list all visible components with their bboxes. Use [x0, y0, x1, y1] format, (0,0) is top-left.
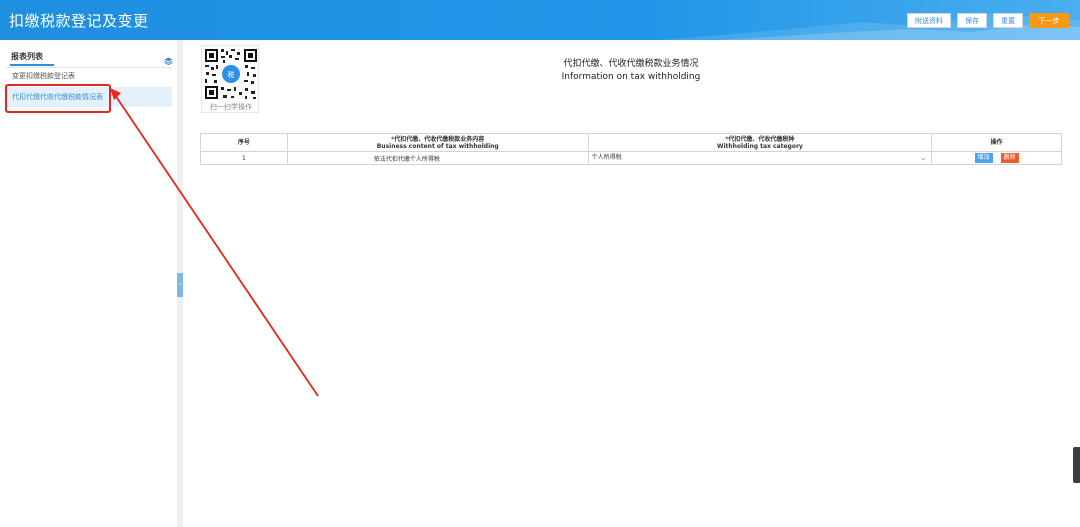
qr-caption: 扫一扫学操作	[210, 103, 252, 111]
add-row-button[interactable]: 增加	[974, 153, 993, 163]
qr-code-icon: 税	[205, 49, 257, 99]
sidebar-title: 报表列表	[11, 52, 43, 61]
row-operations: 增加 删除	[931, 151, 1062, 165]
form-title-en: Information on tax withholding	[561, 72, 701, 82]
side-floating-tab[interactable]	[1073, 447, 1080, 483]
column-header-index: 序号	[200, 133, 288, 152]
report-list-sidebar: 报表列表 变更扣缴税款登记表 代扣代缴代收代缴税款情况表	[0, 40, 177, 527]
save-button[interactable]: 保存	[957, 13, 987, 28]
svg-text:税: 税	[228, 70, 235, 79]
column-header-category: *代扣代缴、代收代缴税种 Withholding tax category	[587, 133, 933, 152]
column-header-operation: 操作	[931, 133, 1062, 152]
sidebar-item-withholding-status[interactable]: 代扣代缴代收代缴税款情况表	[5, 87, 172, 107]
column-header-business: *代扣代缴、代收代缴税款业务内容 Business content of tax…	[286, 133, 589, 152]
attachments-button[interactable]: 附送资料	[907, 13, 951, 28]
sidebar-item-change-registration[interactable]: 变更扣缴税款登记表	[5, 66, 172, 86]
sidebar-header: 报表列表	[5, 48, 173, 66]
business-content-field[interactable]: 依法代扣代缴个人所得税	[286, 151, 589, 165]
layers-icon[interactable]	[164, 57, 173, 65]
table-row: 1 依法代扣代缴个人所得税 个人所得税 ⌄ 增加 删除	[200, 151, 1062, 165]
collapse-sidebar-handle[interactable]: ‹	[177, 273, 183, 297]
form-title: 代扣代缴、代收代缴税款业务情况 Information on tax withh…	[500, 58, 762, 84]
form-title-cn: 代扣代缴、代收代缴税款业务情况	[563, 59, 699, 69]
page-title: 扣缴税款登记及变更	[9, 12, 149, 30]
row-index: 1	[200, 151, 288, 165]
reset-button[interactable]: 重置	[993, 13, 1023, 28]
qr-code-panel: 税 扫一扫学操作	[201, 45, 259, 113]
chevron-down-icon: ⌄	[920, 154, 927, 162]
tax-category-value: 个人所得税	[591, 154, 622, 161]
next-step-button[interactable]: 下一步	[1029, 13, 1069, 28]
top-header: 扣缴税款登记及变更 附送资料 保存 重置 下一步	[0, 0, 1080, 40]
delete-row-button[interactable]: 删除	[1000, 153, 1019, 163]
withholding-table: 序号 *代扣代缴、代收代缴税款业务内容 Business content of …	[200, 133, 1062, 165]
tax-category-select[interactable]: 个人所得税 ⌄	[587, 151, 933, 165]
